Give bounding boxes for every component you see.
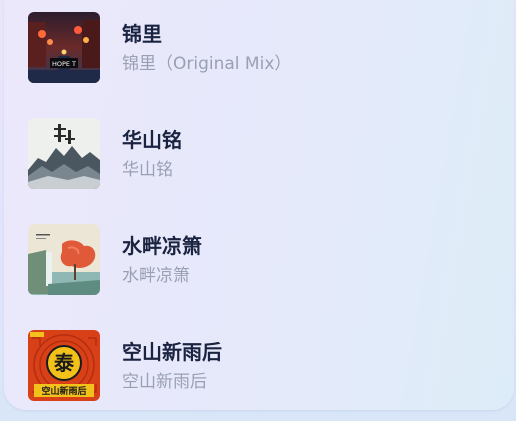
track-item-shuipanliangxiao[interactable]: 水畔凉箫 水畔凉箫 — [28, 223, 498, 295]
red-seal-cover-icon: 泰 空山新雨后 — [28, 329, 100, 401]
track-subtitle: 锦里（Original Mix） — [122, 54, 292, 74]
track-title: 华山铭 — [122, 128, 182, 152]
track-title: 锦里 — [122, 22, 162, 46]
track-item-kongshanxinyuhou[interactable]: 泰 空山新雨后 空山新雨后 空山新雨后 — [28, 329, 498, 401]
track-item-jinli[interactable]: HOPE T 锦里 锦里（Original Mix） — [28, 11, 498, 83]
track-subtitle: 水畔凉箫 — [122, 266, 190, 286]
ink-mountain-cover-icon — [28, 117, 100, 189]
track-title: 空山新雨后 — [122, 340, 222, 364]
track-subtitle: 华山铭 — [122, 160, 173, 180]
track-title: 水畔凉箫 — [122, 234, 202, 258]
svg-text:HOPE T: HOPE T — [52, 60, 76, 68]
track-item-huashanming[interactable]: 华山铭 华山铭 — [28, 117, 498, 189]
night-street-cover-icon: HOPE T — [28, 11, 100, 83]
track-subtitle: 空山新雨后 — [122, 372, 207, 392]
waterfall-painting-cover-icon — [28, 223, 100, 295]
svg-text:空山新雨后: 空山新雨后 — [41, 385, 86, 397]
svg-text:泰: 泰 — [53, 351, 75, 375]
